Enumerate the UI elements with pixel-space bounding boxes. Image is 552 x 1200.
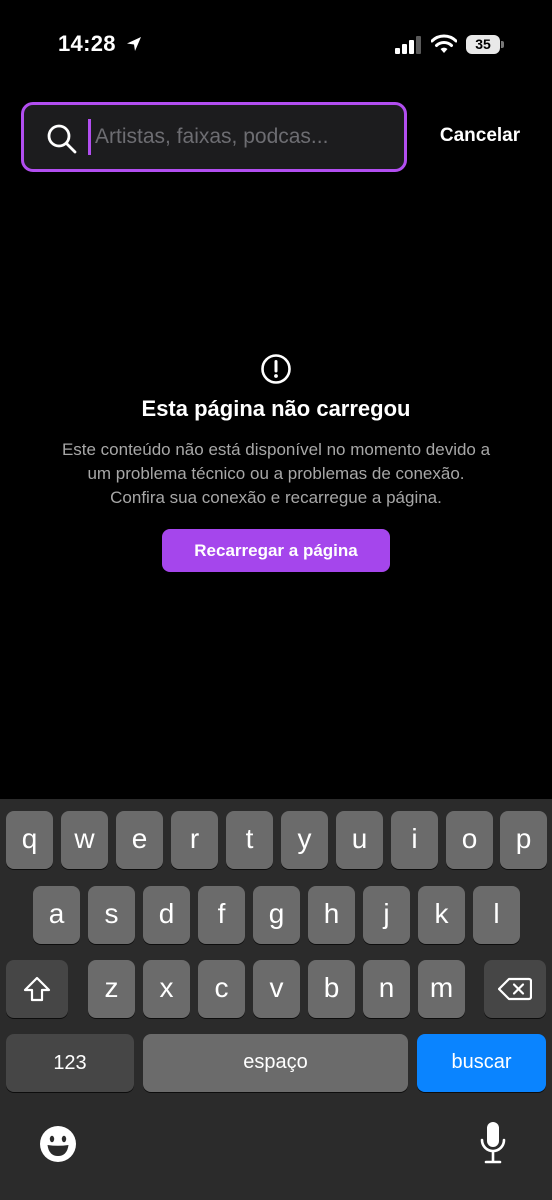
emoji-icon[interactable] xyxy=(39,1125,77,1163)
key-l[interactable]: l xyxy=(473,886,520,944)
key-n[interactable]: n xyxy=(363,960,410,1018)
backspace-key[interactable] xyxy=(484,960,546,1018)
key-i[interactable]: i xyxy=(391,811,438,869)
cellular-signal-icon xyxy=(395,36,421,54)
numbers-key[interactable]: 123 xyxy=(6,1034,134,1092)
key-r[interactable]: r xyxy=(171,811,218,869)
key-o[interactable]: o xyxy=(446,811,493,869)
key-w[interactable]: w xyxy=(61,811,108,869)
error-message-line: Este conteúdo não está disponível no mom… xyxy=(61,440,491,459)
key-t[interactable]: t xyxy=(226,811,273,869)
location-arrow-icon xyxy=(127,37,141,51)
key-e[interactable]: e xyxy=(116,811,163,869)
battery-tip xyxy=(501,41,504,48)
error-message: Este conteúdo não está disponível no mom… xyxy=(16,438,536,510)
key-z[interactable]: z xyxy=(88,960,135,1018)
space-key[interactable]: espaço xyxy=(143,1034,408,1092)
shift-key[interactable] xyxy=(6,960,68,1018)
key-q[interactable]: q xyxy=(6,811,53,869)
key-j[interactable]: j xyxy=(363,886,410,944)
key-u[interactable]: u xyxy=(336,811,383,869)
key-s[interactable]: s xyxy=(88,886,135,944)
exclamation-circle-icon xyxy=(261,354,291,384)
key-b[interactable]: b xyxy=(308,960,355,1018)
error-title: Esta página não carregou xyxy=(141,396,411,421)
status-bar: 14:28 35 xyxy=(0,0,552,90)
key-a[interactable]: a xyxy=(33,886,80,944)
key-p[interactable]: p xyxy=(500,811,547,869)
battery-indicator: 35 xyxy=(466,35,500,54)
key-g[interactable]: g xyxy=(253,886,300,944)
cancel-button[interactable]: Cancelar xyxy=(430,121,530,151)
search-box[interactable] xyxy=(21,102,407,172)
shift-arrow-icon xyxy=(23,976,51,1002)
error-message-line: um problema técnico ou a problemas de co… xyxy=(87,464,465,483)
reload-page-button[interactable]: Recarregar a página xyxy=(162,529,390,572)
key-m[interactable]: m xyxy=(418,960,465,1018)
key-d[interactable]: d xyxy=(143,886,190,944)
key-k[interactable]: k xyxy=(418,886,465,944)
key-h[interactable]: h xyxy=(308,886,355,944)
backspace-icon xyxy=(498,977,532,1001)
onscreen-keyboard: q w e r t y u i o p a s d f g h j k l z … xyxy=(0,799,552,1200)
search-icon xyxy=(47,124,77,154)
key-f[interactable]: f xyxy=(198,886,245,944)
key-y[interactable]: y xyxy=(281,811,328,869)
key-c[interactable]: c xyxy=(198,960,245,1018)
search-key[interactable]: buscar xyxy=(417,1034,546,1092)
wifi-icon xyxy=(431,34,457,53)
key-v[interactable]: v xyxy=(253,960,300,1018)
key-x[interactable]: x xyxy=(143,960,190,1018)
status-time: 14:28 xyxy=(58,31,116,56)
microphone-icon[interactable] xyxy=(479,1121,507,1165)
error-message-line: Confira sua conexão e recarregue a págin… xyxy=(110,488,442,507)
search-input[interactable] xyxy=(88,119,395,155)
